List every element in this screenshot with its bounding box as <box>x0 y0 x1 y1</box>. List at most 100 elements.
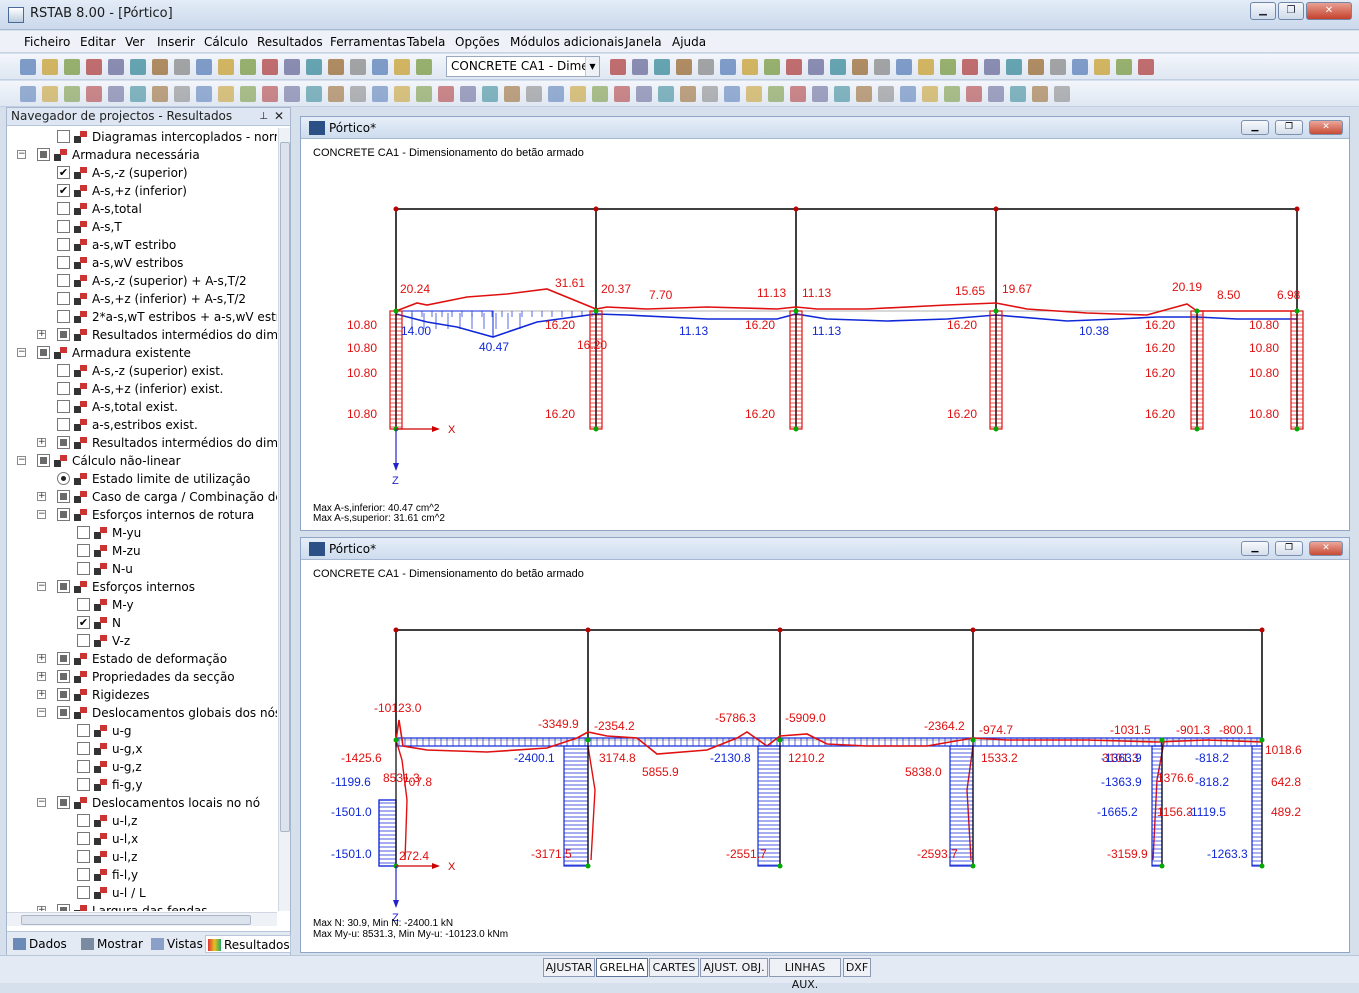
toolbar-tool-icon[interactable] <box>218 86 234 102</box>
toolbar-tool-icon[interactable] <box>896 59 912 75</box>
toolbar-tool-icon[interactable] <box>372 86 388 102</box>
toolbar-tool-icon[interactable] <box>786 59 802 75</box>
tree-checkbox[interactable] <box>57 310 70 323</box>
toolbar-tool-icon[interactable] <box>1116 59 1132 75</box>
tree-checkbox[interactable] <box>57 202 70 215</box>
toolbar-tool-icon[interactable] <box>196 59 212 75</box>
toolbar-tool-icon[interactable] <box>1050 59 1066 75</box>
toolbar-tool-icon[interactable] <box>768 86 784 102</box>
toolbar-tool-icon[interactable] <box>42 86 58 102</box>
tree-item[interactable]: M-zu <box>7 542 277 560</box>
tree-item[interactable]: + Propriedades da secção <box>7 668 277 686</box>
toolbar-tool-icon[interactable] <box>922 86 938 102</box>
toolbar-tool-icon[interactable] <box>764 59 780 75</box>
tree-item[interactable]: u-g,z <box>7 758 277 776</box>
tree-checkbox[interactable] <box>77 526 90 539</box>
tree-item[interactable]: u-l,x <box>7 830 277 848</box>
tree-checkbox[interactable] <box>37 454 50 467</box>
menu-inserir[interactable]: Inserir <box>157 35 195 49</box>
tree-checkbox[interactable] <box>57 328 70 341</box>
tree-checkbox[interactable] <box>77 724 90 737</box>
tree-item[interactable]: ✔ N <box>7 614 277 632</box>
toolbar-tool-icon[interactable] <box>64 86 80 102</box>
toolbar-tool-icon[interactable] <box>416 59 432 75</box>
tree-item[interactable]: Diagramas intercoplados - normalizad <box>7 128 277 146</box>
toolbar-tool-icon[interactable] <box>790 86 806 102</box>
expand-icon[interactable]: + <box>37 438 46 447</box>
toolbar-tool-icon[interactable] <box>20 86 36 102</box>
tree-checkbox[interactable] <box>77 850 90 863</box>
vertical-scrollbar[interactable] <box>278 128 290 911</box>
toolbar-tool-icon[interactable] <box>878 86 894 102</box>
tree-checkbox[interactable] <box>77 886 90 899</box>
tree-checkbox[interactable] <box>57 904 70 911</box>
collapse-icon[interactable]: − <box>37 798 46 807</box>
tree-item[interactable]: M-yu <box>7 524 277 542</box>
graphics-canvas[interactable]: CONCRETE CA1 - Dimensionamento do betão … <box>307 560 1343 952</box>
close-icon[interactable]: ✕ <box>1309 541 1343 556</box>
menu-ficheiro[interactable]: Ficheiro <box>24 35 70 49</box>
tree-item[interactable]: + Resultados intermédios do dimensionamen… <box>7 434 277 452</box>
menu-resultados[interactable]: Resultados <box>257 35 323 49</box>
tree-item[interactable]: V-z <box>7 632 277 650</box>
expand-icon[interactable]: + <box>37 654 46 663</box>
toolbar-tool-icon[interactable] <box>218 59 234 75</box>
toolbar-tool-icon[interactable] <box>42 59 58 75</box>
toolbar-tool-icon[interactable] <box>548 86 564 102</box>
toolbar-tool-icon[interactable] <box>328 59 344 75</box>
menu-ver[interactable]: Ver <box>125 35 145 49</box>
internal-forces-diagram[interactable]: CONCRETE CA1 - Dimensionamento do betão … <box>307 560 1343 952</box>
toolbar-tool-icon[interactable] <box>1032 86 1048 102</box>
toolbar-tool-icon[interactable] <box>1028 59 1044 75</box>
tree-item[interactable]: u-g,x <box>7 740 277 758</box>
chevron-down-icon[interactable]: ▼ <box>585 57 599 76</box>
tree-checkbox[interactable] <box>57 274 70 287</box>
tree-checkbox[interactable]: ✔ <box>57 184 70 197</box>
minimize-icon[interactable]: ▁ <box>1241 120 1269 135</box>
status-ajustar[interactable]: AJUSTAR <box>543 958 595 977</box>
toolbar-tool-icon[interactable] <box>152 86 168 102</box>
tree-checkbox[interactable] <box>57 706 70 719</box>
toolbar-tool-icon[interactable] <box>416 86 432 102</box>
menu-op-es[interactable]: Opções <box>455 35 500 49</box>
status-linhas-aux-[interactable]: LINHAS AUX. <box>769 958 841 991</box>
tree-checkbox[interactable] <box>77 778 90 791</box>
expand-icon[interactable]: + <box>37 492 46 501</box>
toolbar-tool-icon[interactable] <box>196 86 212 102</box>
tree-checkbox[interactable] <box>57 490 70 503</box>
tree-checkbox[interactable] <box>57 670 70 683</box>
result-combo[interactable]: CONCRETE CA1 - Dimensic ▼ <box>446 56 600 77</box>
tree-checkbox[interactable] <box>57 130 70 143</box>
tree-checkbox[interactable] <box>57 364 70 377</box>
tree-checkbox[interactable] <box>37 148 50 161</box>
tree-item[interactable]: fi-g,y <box>7 776 277 794</box>
tree-item[interactable]: fi-l,y <box>7 866 277 884</box>
toolbar-tool-icon[interactable] <box>306 59 322 75</box>
toolbar-tool-icon[interactable] <box>240 86 256 102</box>
status-ajust-obj-[interactable]: AJUST. OBJ. <box>700 958 768 977</box>
tree-item[interactable]: u-l,z <box>7 848 277 866</box>
toolbar-tool-icon[interactable] <box>174 86 190 102</box>
menu-c-lculo[interactable]: Cálculo <box>204 35 248 49</box>
menu-ajuda[interactable]: Ajuda <box>672 35 706 49</box>
toolbar-tool-icon[interactable] <box>742 59 758 75</box>
toolbar-tool-icon[interactable] <box>856 86 872 102</box>
tree-checkbox[interactable] <box>77 598 90 611</box>
tree-item[interactable]: + Rigidezes <box>7 686 277 704</box>
toolbar-tool-icon[interactable] <box>64 59 80 75</box>
toolbar-tool-icon[interactable] <box>592 86 608 102</box>
toolbar-tool-icon[interactable] <box>1006 59 1022 75</box>
close-icon[interactable]: ✕ <box>1306 2 1352 20</box>
tree-item[interactable]: M-y <box>7 596 277 614</box>
tree-item[interactable]: + Caso de carga / Combinação de cargas <box>7 488 277 506</box>
tree-item[interactable]: − Deslocamentos locais no nó <box>7 794 277 812</box>
toolbar-tool-icon[interactable] <box>962 59 978 75</box>
toolbar-tool-icon[interactable] <box>328 86 344 102</box>
collapse-icon[interactable]: − <box>17 456 26 465</box>
toolbar-tool-icon[interactable] <box>702 86 718 102</box>
tree-checkbox[interactable] <box>57 382 70 395</box>
toolbar-tool-icon[interactable] <box>676 59 692 75</box>
tree-item[interactable]: + Largura das fendas <box>7 902 277 911</box>
tree-checkbox[interactable] <box>77 544 90 557</box>
toolbar-tool-icon[interactable] <box>830 59 846 75</box>
